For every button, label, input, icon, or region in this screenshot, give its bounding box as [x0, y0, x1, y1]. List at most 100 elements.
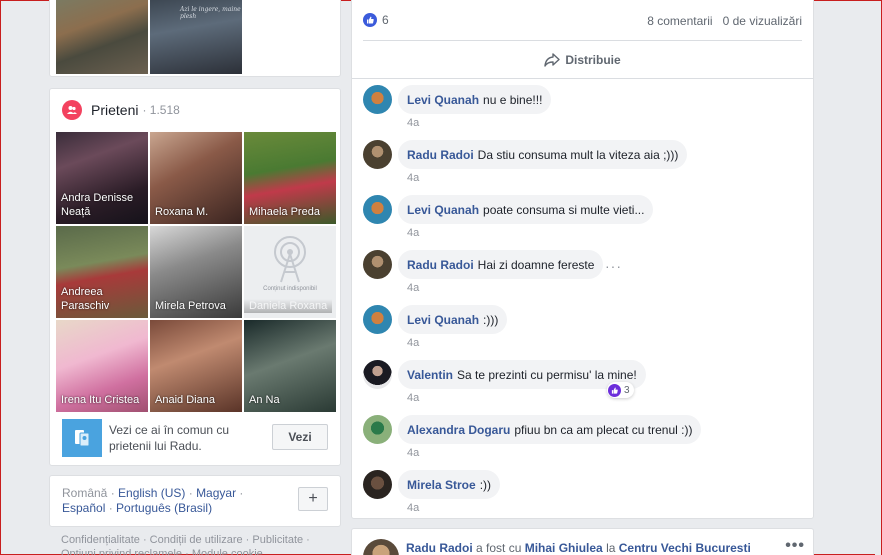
avatar[interactable] [363, 415, 392, 444]
friend-name[interactable]: Anaid Diana [155, 393, 238, 407]
friend-tile[interactable]: Anaid Diana [150, 320, 242, 412]
comment: Radu Radoi Hai zi doamne fereste ··· 4a [363, 250, 803, 300]
post-options-icon[interactable]: ••• [785, 537, 805, 555]
comment-time[interactable]: 4a [407, 447, 419, 459]
comment-text: Hai zi doamne fereste [477, 257, 595, 272]
friend-tile[interactable]: Mirela Petrova [150, 226, 242, 318]
like-icon [608, 383, 621, 397]
comment: Levi Quanah poate consuma si multe vieti.… [363, 195, 803, 245]
avatar[interactable] [363, 250, 392, 279]
comment-options-icon[interactable]: ··· [605, 258, 622, 274]
avatar[interactable] [363, 360, 392, 389]
share-label: Distribuie [565, 53, 621, 67]
comment-author[interactable]: Levi Quanah [407, 203, 479, 217]
comment-author[interactable]: Levi Quanah [407, 313, 479, 327]
comment: Mirela Stroe:)) 4a [363, 470, 803, 520]
comment-text: poate consuma si multe vieti... [483, 202, 645, 217]
comment-author[interactable]: Valentin [407, 368, 453, 382]
comment-bubble: Levi Quanah nu e bine!!! [398, 85, 552, 114]
post-text: la [606, 541, 616, 555]
avatar[interactable] [363, 85, 392, 114]
comment-reaction-count: 3 [624, 384, 630, 396]
comment-author[interactable]: Mirela Stroe [407, 478, 476, 492]
comment-bubble: Alexandra Dogaru pfiuu bn ca am plecat cu… [398, 415, 702, 444]
comment-bubble: Radu Radoi Da stiu consuma mult la viteza… [398, 140, 688, 169]
comment-time[interactable]: 4a [407, 392, 419, 404]
comment: Levi Quanah:))) 4a [363, 305, 803, 355]
comment-time[interactable]: 4a [407, 227, 419, 239]
friend-tile[interactable]: Andreea Paraschiv [56, 226, 148, 318]
photo-thumbnail[interactable] [56, 0, 148, 74]
comment-text: pfiuu bn ca am plecat cu trenul :)) [514, 422, 693, 437]
compare-button[interactable]: Vezi [272, 424, 328, 450]
divider [352, 78, 813, 79]
language-card: Română · English (US) · Magyar · Español… [49, 475, 341, 527]
avatar[interactable] [363, 305, 392, 334]
comment-text: :)) [479, 477, 492, 492]
tagged-person[interactable]: Mihai Ghiulea [525, 541, 603, 555]
post-location[interactable]: Centru Vechi Bucuresti [619, 541, 751, 555]
language-link[interactable]: Magyar [196, 486, 236, 500]
language-link[interactable]: Español [62, 501, 105, 515]
friend-name[interactable]: Irena Itu Cristea [61, 393, 144, 407]
comment-time[interactable]: 4a [407, 117, 419, 129]
friend-name[interactable]: Mihaela Preda [249, 205, 332, 219]
avatar[interactable] [363, 140, 392, 169]
friend-name[interactable]: Andreea Paraschiv [61, 285, 144, 313]
share-button[interactable]: Distribuie [352, 45, 813, 75]
friend-name[interactable]: Roxana M. [155, 205, 238, 219]
add-language-button[interactable]: + [298, 487, 328, 511]
scrollbar[interactable] [875, 1, 881, 555]
post-text: a fost cu [476, 541, 522, 555]
comment-time[interactable]: 4a [407, 282, 419, 294]
next-post-header: Radu Radoi a fost cu Mihai Ghiulea la Ce… [406, 541, 751, 555]
reaction-count: 6 [382, 13, 389, 27]
compare-friends-box: Vezi ce ai în comun cu prietenii lui Rad… [62, 419, 330, 457]
comment-bubble: Radu Radoi Hai zi doamne fereste [398, 250, 604, 279]
photos-card: Azi le ingere, maine plesh [49, 0, 341, 77]
comment-author[interactable]: Radu Radoi [407, 148, 474, 162]
friend-tile[interactable]: Conținut indisponibil Daniela Roxana [244, 226, 336, 318]
friend-name[interactable]: Andra Denisse Neață [61, 191, 144, 219]
comment-author[interactable]: Radu Radoi [407, 258, 474, 272]
avatar[interactable] [363, 470, 392, 499]
comment-text: Sa te prezinti cu permisu' la mine! [457, 367, 637, 382]
views-count: 0 de vizualizări [722, 14, 802, 28]
footer-links[interactable]: Confidențialitate · Condiții de utilizar… [61, 533, 321, 555]
post-author[interactable]: Radu Radoi [406, 541, 473, 555]
comment-author[interactable]: Levi Quanah [407, 93, 479, 107]
comment-bubble: Mirela Stroe:)) [398, 470, 501, 499]
comment-author[interactable]: Alexandra Dogaru [407, 423, 510, 437]
friends-card: Prieteni · 1.518 Andra Denisse Neață Rox… [49, 88, 341, 466]
friend-name[interactable]: Daniela Roxana [244, 299, 332, 313]
comments-count[interactable]: 8 comentarii [647, 14, 712, 28]
language-list: Română · English (US) · Magyar · Español… [62, 486, 244, 515]
avatar[interactable] [363, 195, 392, 224]
friends-title[interactable]: Prieteni [91, 102, 138, 118]
friends-icon [62, 100, 82, 120]
comment-bubble: Levi Quanah poate consuma si multe vieti.… [398, 195, 654, 224]
comment-text: nu e bine!!! [483, 92, 543, 107]
avatar[interactable] [363, 539, 399, 555]
comment-time[interactable]: 4a [407, 502, 419, 514]
photo-thumbnail[interactable]: Azi le ingere, maine plesh [150, 0, 242, 74]
friend-tile[interactable]: An Na [244, 320, 336, 412]
comment-time[interactable]: 4a [407, 337, 419, 349]
language-link[interactable]: Português (Brasil) [116, 501, 212, 515]
friend-name[interactable]: An Na [249, 393, 332, 407]
comment-text: :))) [483, 312, 499, 327]
compare-icon [62, 419, 102, 457]
friend-name[interactable]: Mirela Petrova [155, 299, 238, 313]
unavailable-label: Conținut indisponibil [263, 286, 317, 292]
comment-text: Da stiu consuma mult la viteza aia ;))) [477, 147, 679, 162]
post-reactions[interactable]: 6 [363, 13, 389, 27]
friend-tile[interactable]: Roxana M. [150, 132, 242, 224]
comment-time[interactable]: 4a [407, 172, 419, 184]
comment-reactions[interactable]: 3 [607, 382, 634, 398]
friend-tile[interactable]: Irena Itu Cristea [56, 320, 148, 412]
broadcast-icon [274, 236, 306, 283]
friend-tile[interactable]: Mihaela Preda [244, 132, 336, 224]
friend-tile[interactable]: Andra Denisse Neață [56, 132, 148, 224]
comment-bubble: Levi Quanah:))) [398, 305, 508, 334]
language-link[interactable]: English (US) [118, 486, 185, 500]
